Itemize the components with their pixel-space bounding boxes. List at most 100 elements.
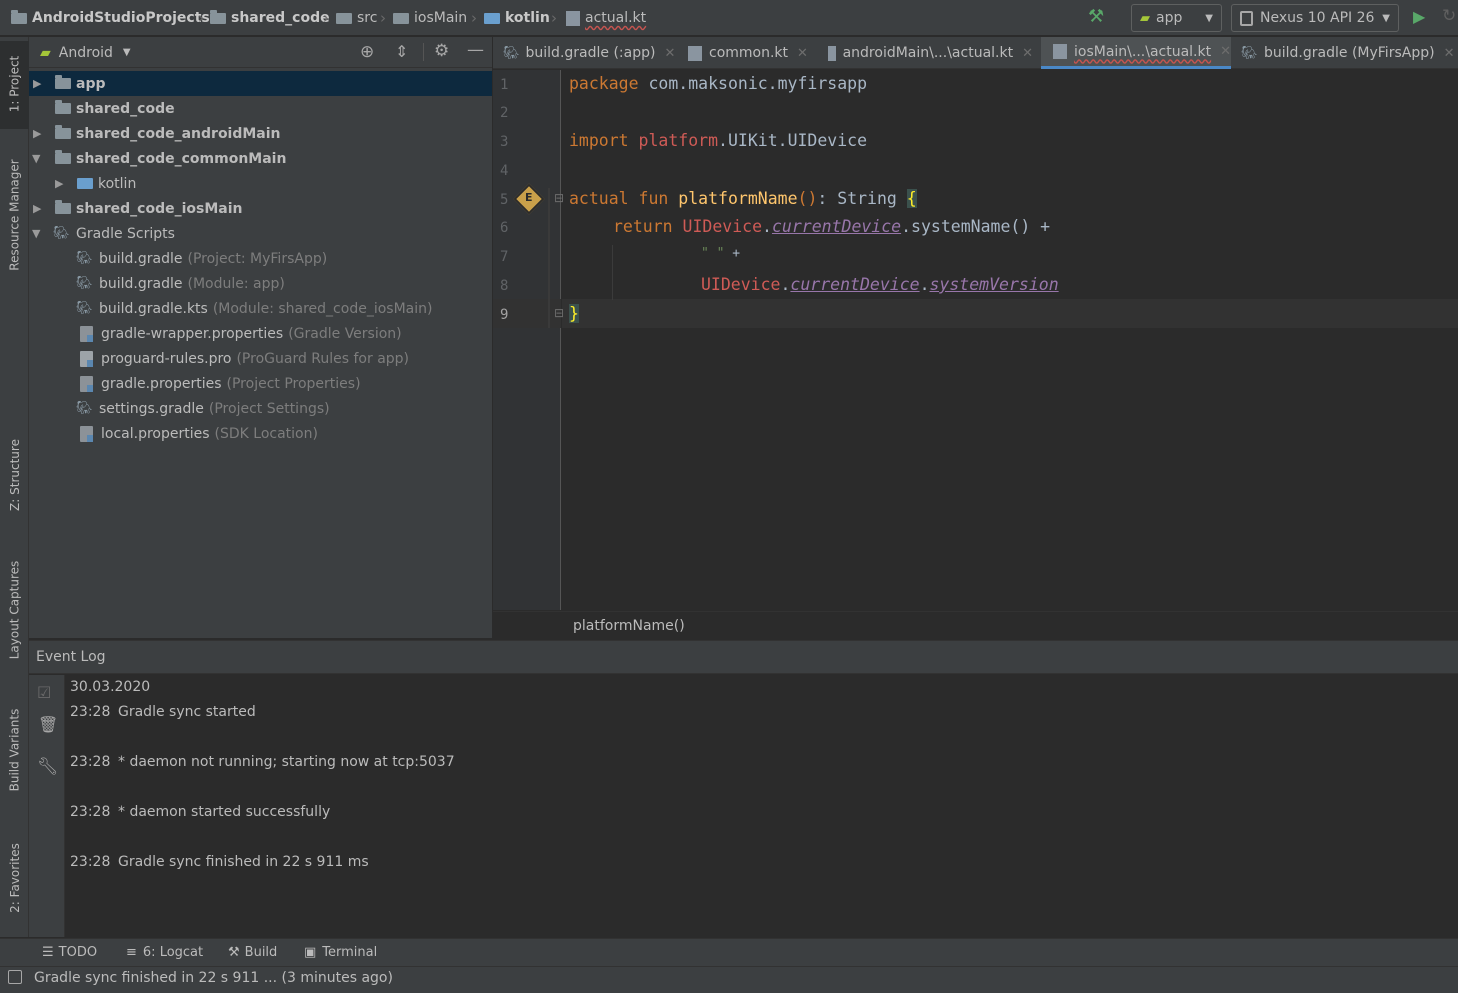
device-select[interactable]: Nexus 10 API 26 ▼ — [1231, 4, 1399, 32]
properties-file-icon — [80, 375, 93, 392]
properties-file-icon — [80, 325, 93, 342]
close-icon[interactable]: ✕ — [1444, 46, 1455, 61]
text-file-icon — [80, 350, 93, 367]
parens: () — [797, 189, 818, 208]
tree-item-shared-code-commonmain[interactable]: ▼ shared_code_commonMain — [29, 146, 492, 171]
log-message: * daemon not running; starting now at tc… — [118, 754, 455, 770]
close-icon[interactable]: ✕ — [797, 46, 808, 61]
rerun-icon[interactable]: ↻ — [1442, 6, 1456, 26]
tree-item-build-gradle-module[interactable]: 🐘︎ build.gradle (Module: app) — [29, 271, 492, 296]
tree-item-local-properties[interactable]: local.properties (SDK Location) — [29, 421, 492, 446]
tab-androidmain-actual[interactable]: androidMain\...\actual.kt ✕ — [828, 37, 1033, 69]
function-name: platformName — [678, 189, 798, 208]
tree-item-hint: (Project Properties) — [226, 375, 361, 392]
locate-icon[interactable]: ⊕ — [360, 42, 374, 62]
code-editor[interactable] — [562, 70, 1458, 610]
gradle-icon: 🐘︎ — [503, 45, 520, 61]
hammer-icon: ⚒ — [228, 944, 240, 960]
matched-brace: } — [569, 304, 579, 323]
trash-icon[interactable]: 🗑︎ — [38, 715, 58, 734]
tree-item-shared-code[interactable]: shared_code — [29, 96, 492, 121]
breadcrumb-iosmain[interactable]: iosMain — [393, 0, 467, 36]
folder-icon — [11, 9, 27, 24]
code-text: + — [724, 246, 741, 261]
line-number: 1 — [500, 77, 509, 93]
tree-item-label: shared_code_androidMain — [76, 125, 281, 142]
tab-build-gradle-app[interactable]: 🐘︎ build.gradle (:app) ✕ — [503, 37, 675, 69]
status-message[interactable]: Gradle sync finished in 22 s 911 ... (3 … — [34, 970, 393, 986]
device-icon — [1240, 10, 1253, 26]
breadcrumb-src[interactable]: src — [336, 0, 377, 36]
tree-item-shared-code-androidmain[interactable]: ▶ shared_code_androidMain — [29, 121, 492, 146]
chevron-right-icon: › — [551, 9, 557, 27]
tree-item-build-gradle-project[interactable]: 🐘︎ build.gradle (Project: MyFirsApp) — [29, 246, 492, 271]
tree-item-settings-gradle[interactable]: 🐘︎ settings.gradle (Project Settings) — [29, 396, 492, 421]
code-text: .UIKit.UIDevice — [718, 131, 868, 150]
tree-item-hint: (SDK Location) — [214, 425, 318, 442]
tree-item-app[interactable]: ▶ app — [29, 71, 492, 96]
view-selector-label: Android — [58, 44, 113, 61]
tree-item-gradle-scripts[interactable]: ▼ 🐘︎ Gradle Scripts — [29, 221, 492, 246]
breadcrumb-file[interactable]: actual.kt — [566, 0, 646, 36]
view-selector[interactable]: ▰ Android ▼ — [40, 37, 131, 68]
module-folder-icon — [55, 200, 71, 214]
tab-common-kt[interactable]: common.kt ✕ — [688, 37, 808, 69]
run-config-select[interactable]: ▰ app ▼ — [1131, 4, 1222, 32]
unresolved-ref: UIDevice — [682, 217, 763, 236]
line-number: 5 — [500, 192, 509, 208]
expand-arrow-icon: ▶ — [33, 77, 42, 90]
tab-logcat[interactable]: ≡ 6: Logcat — [126, 938, 203, 966]
run-icon[interactable]: ▶ — [1413, 7, 1425, 26]
tree-item-build-gradle-kts[interactable]: 🐘︎ build.gradle.kts (Module: shared_code_i… — [29, 296, 492, 321]
tree-item-kotlin[interactable]: ▶ kotlin — [29, 171, 492, 196]
tab-resource-manager[interactable]: Resource Manager — [0, 150, 29, 280]
unresolved-ref: UIDevice — [701, 275, 781, 294]
properties-file-icon — [80, 425, 93, 442]
fold-icon[interactable]: ⊟ — [554, 191, 564, 205]
tab-terminal[interactable]: ▣ Terminal — [304, 938, 377, 966]
log-time: 23:28 — [70, 754, 111, 770]
tree-item-gradle-properties[interactable]: gradle.properties (Project Properties) — [29, 371, 492, 396]
code-text: : String — [817, 189, 907, 208]
tab-build-gradle-myfirsapp[interactable]: 🐘︎ build.gradle (MyFirsApp) ✕ — [1241, 37, 1456, 69]
tab-layout-captures[interactable]: Layout Captures — [0, 550, 29, 670]
close-icon[interactable]: ✕ — [1220, 44, 1231, 59]
breadcrumb-module[interactable]: shared_code — [210, 0, 330, 36]
gear-icon[interactable]: ⚙ — [434, 41, 449, 61]
toggle-tool-windows-icon[interactable] — [8, 970, 22, 984]
tab-favorites[interactable]: 2: Favorites — [0, 830, 29, 925]
tab-structure[interactable]: Z: Structure — [0, 430, 29, 520]
tab-todo[interactable]: ☰ TODO — [42, 938, 97, 966]
property-ref: systemVersion — [929, 275, 1059, 294]
tab-terminal-label: Terminal — [322, 944, 378, 960]
hammer-icon[interactable]: ⚒ — [1088, 6, 1104, 27]
android-icon: ▰ — [40, 44, 51, 61]
mark-read-icon[interactable]: ☑ — [37, 683, 51, 702]
tree-item-shared-code-iosmain[interactable]: ▶ shared_code_iosMain — [29, 196, 492, 221]
collapse-all-icon[interactable]: ⇕ — [395, 42, 408, 61]
editor-breadcrumb[interactable]: platformName() — [573, 618, 685, 634]
folder-icon — [484, 12, 500, 24]
line-number: 6 — [500, 220, 509, 236]
tree-item-label: build.gradle.kts — [99, 300, 208, 317]
tree-item-proguard[interactable]: proguard-rules.pro (ProGuard Rules for ap… — [29, 346, 492, 371]
tab-build[interactable]: ⚒ Build — [228, 938, 277, 966]
fold-end-icon[interactable]: ⊟ — [554, 306, 564, 320]
tree-item-label: shared_code_iosMain — [76, 200, 243, 217]
wrench-icon[interactable]: 🔧︎ — [37, 757, 59, 777]
tree-item-gradle-wrapper[interactable]: gradle-wrapper.properties (Gradle Version… — [29, 321, 492, 346]
expect-marker-label: E — [525, 191, 533, 204]
tab-project[interactable]: 1: Project — [0, 44, 29, 124]
tree-item-label: build.gradle — [99, 250, 183, 267]
breadcrumb-kotlin[interactable]: kotlin — [484, 0, 550, 36]
close-icon[interactable]: ✕ — [1022, 46, 1033, 61]
tree-item-label: kotlin — [98, 175, 137, 192]
hide-icon[interactable]: — — [467, 40, 484, 60]
close-icon[interactable]: ✕ — [664, 46, 675, 61]
event-log-title: Event Log — [36, 649, 106, 665]
tree-item-label: shared_code_commonMain — [76, 150, 287, 167]
breadcrumb-project[interactable]: AndroidStudioProjects — [11, 0, 210, 36]
tab-build-variants[interactable]: Build Variants — [0, 700, 29, 800]
kotlin-file-icon — [566, 10, 580, 26]
tab-iosmain-actual[interactable]: iosMain\...\actual.kt ✕ — [1041, 37, 1231, 69]
